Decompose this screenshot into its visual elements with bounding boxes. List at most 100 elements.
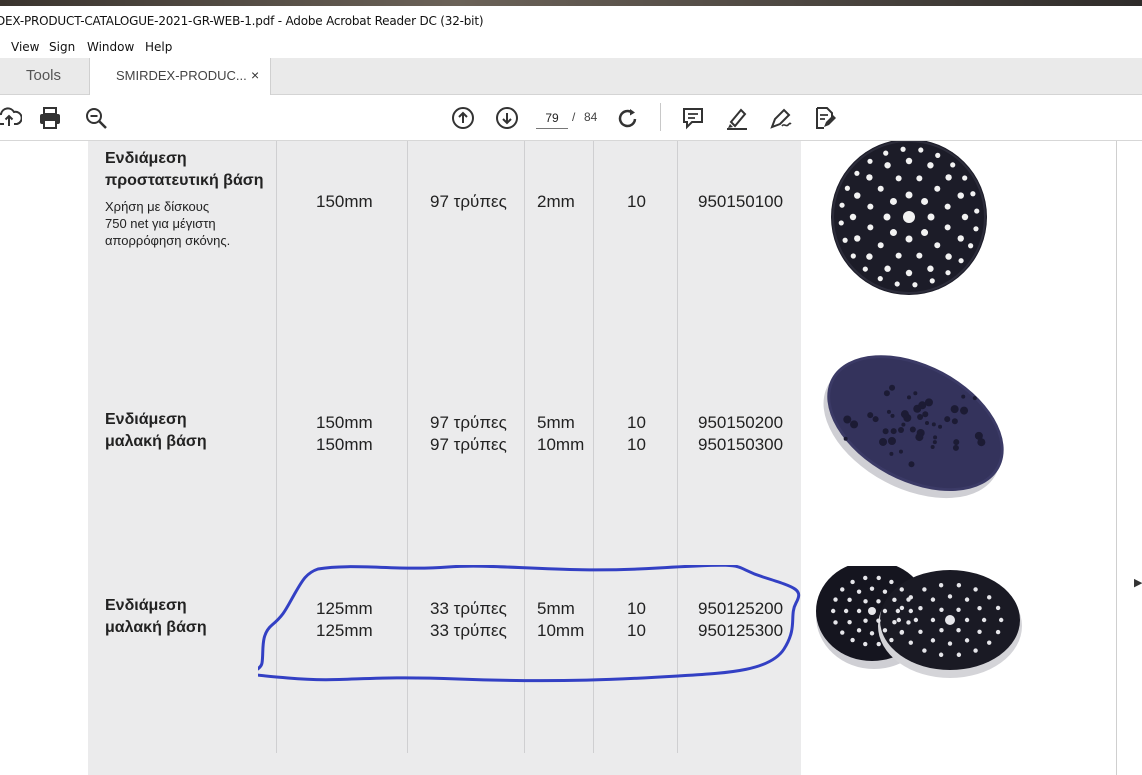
pad-hole <box>947 594 953 599</box>
pad-hole <box>921 229 929 237</box>
tab-tools-label: Tools <box>26 67 62 84</box>
pad-hole <box>945 174 952 181</box>
size-cell: 150mm <box>316 435 373 454</box>
print-icon[interactable] <box>37 105 63 131</box>
pad-hole <box>883 213 891 221</box>
close-tab-icon[interactable]: × <box>251 67 259 83</box>
pad-hole <box>974 208 980 214</box>
page-total: 84 <box>584 110 598 124</box>
pad-hole <box>905 191 913 199</box>
pad-hole <box>934 242 941 249</box>
page-down-icon[interactable] <box>494 105 520 131</box>
pad-hole <box>930 617 936 623</box>
code-cell: 950150100 <box>698 192 784 211</box>
quantity-cell: 10 <box>627 599 646 618</box>
menu-sign[interactable]: Sign <box>49 40 75 54</box>
pad-hole <box>918 147 924 153</box>
rotate-icon[interactable] <box>615 105 641 131</box>
pad-hole <box>944 203 951 210</box>
pad-hole <box>950 162 956 168</box>
title-bar: DEX-PRODUCT-CATALOGUE-2021-GR-WEB-1.pdf … <box>0 6 1142 36</box>
tab-document[interactable]: SMIRDEX-PRODUC... × <box>89 58 271 95</box>
page-separator: / <box>572 110 576 124</box>
pad-hole <box>961 213 969 221</box>
tab-bar: Tools SMIRDEX-PRODUC... × <box>0 58 1142 95</box>
pad-hole <box>973 226 979 232</box>
product-name-line2: μαλακή βάση <box>105 433 207 450</box>
holes-cell: 33 τρύπες <box>430 621 507 640</box>
document-viewport[interactable]: Ενδιάμεση προστατευτική βάση Χρήση με δί… <box>0 141 1142 775</box>
sign-icon[interactable] <box>768 105 794 131</box>
product-name-line1: Ενδιάμεση <box>105 150 187 167</box>
pad-hole <box>887 436 896 445</box>
pad-hole <box>839 202 845 208</box>
pad-hole <box>957 235 964 242</box>
pad-hole <box>838 220 844 226</box>
code-cell: 950125300 <box>698 621 784 640</box>
product-name-line2: μαλακή βάση <box>105 619 207 636</box>
pad-hole <box>899 629 905 635</box>
pad-hole <box>958 258 964 264</box>
pad-hole <box>964 638 970 643</box>
pad-hole <box>854 235 861 242</box>
zoom-icon[interactable] <box>83 105 109 131</box>
pad-hole <box>924 398 933 407</box>
pad-hole <box>843 415 852 424</box>
pad-hole <box>884 162 891 169</box>
pad-hole <box>899 605 905 611</box>
menu-view[interactable]: View <box>11 40 39 54</box>
pad-hole <box>900 410 909 419</box>
menu-help[interactable]: Help <box>145 40 172 54</box>
pad-hole <box>957 192 964 199</box>
pad-hole <box>930 444 935 449</box>
pad-hole <box>945 615 955 625</box>
pad-hole <box>847 597 852 603</box>
pad-hole <box>929 278 935 284</box>
page-edge <box>1116 141 1117 775</box>
pad-hole <box>856 608 862 614</box>
tab-tools[interactable]: Tools <box>0 58 88 94</box>
pad-hole <box>938 652 944 657</box>
pad-hole <box>998 617 1004 623</box>
pad-hole <box>927 265 934 272</box>
pad-hole <box>862 266 868 272</box>
pad-hole <box>833 597 838 602</box>
upload-icon[interactable] <box>0 105 22 131</box>
pad-hole <box>882 628 888 633</box>
pad-hole <box>869 631 875 636</box>
highlight-pen-icon[interactable] <box>724 105 750 131</box>
comment-icon[interactable] <box>680 105 706 131</box>
thickness-cell: 5mm <box>537 413 575 432</box>
edit-pdf-icon[interactable] <box>812 105 838 131</box>
pad-hole <box>854 170 860 176</box>
pad-hole <box>956 627 961 633</box>
pad-hole <box>931 422 936 427</box>
page-up-icon[interactable] <box>450 105 476 131</box>
next-page-arrow-icon[interactable]: ▶ <box>1134 576 1142 589</box>
pad-hole <box>933 435 938 440</box>
pad-hole <box>945 270 951 276</box>
holes-cell: 97 τρύπες <box>430 413 507 432</box>
pad-hole <box>892 597 897 603</box>
pad-hole <box>908 595 913 600</box>
pad-hole <box>866 174 873 181</box>
pad-hole <box>913 617 919 623</box>
size-cell: 125mm <box>316 621 373 640</box>
tab-document-label: SMIRDEX-PRODUC... <box>116 68 247 83</box>
pad-hole <box>917 414 924 421</box>
pad-hole <box>916 252 923 259</box>
product-description: Χρήση με δίσκους 750 net για μέγιστη απο… <box>105 198 230 249</box>
pad-hole <box>867 412 874 419</box>
menu-window[interactable]: Window <box>87 40 134 54</box>
pad-hole <box>950 405 959 414</box>
pad-hole <box>925 421 929 425</box>
pad-hole <box>970 191 976 197</box>
pad-hole <box>918 606 923 611</box>
column-divider <box>677 141 678 753</box>
pad-hole <box>894 281 900 287</box>
pad-hole <box>876 618 881 623</box>
page-number-input[interactable] <box>536 108 568 129</box>
pad-hole <box>938 583 944 588</box>
pad-hole <box>930 597 936 602</box>
pad-hole <box>901 422 906 427</box>
